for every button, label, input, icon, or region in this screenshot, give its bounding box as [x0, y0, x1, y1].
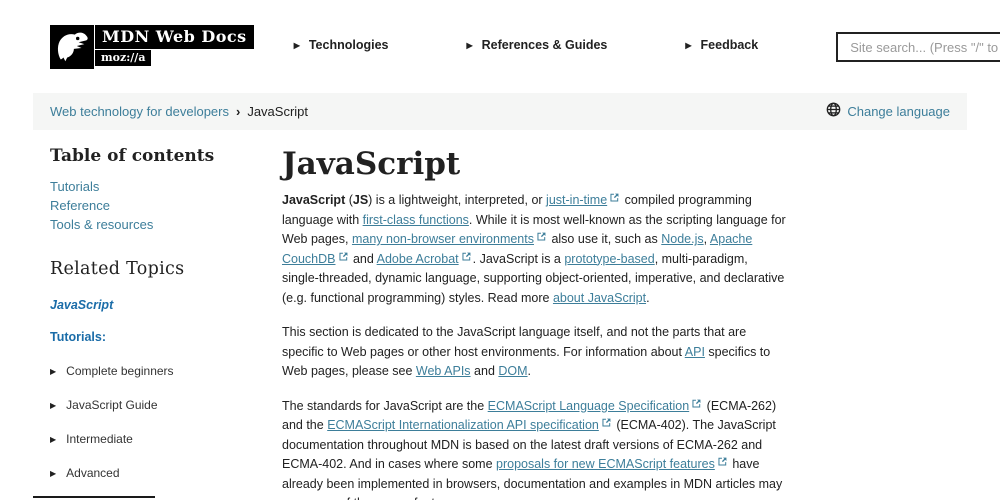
logo-subtitle: moz://a — [95, 50, 152, 66]
external-link-icon — [692, 399, 701, 408]
intro-paragraph: JavaScript (JS) is a lightweight, interp… — [282, 193, 786, 305]
sidebar-item-label: Advanced — [66, 466, 120, 480]
related-tutorials-label[interactable]: Tutorials: — [50, 330, 282, 344]
breadcrumb-bar: Web technology for developers › JavaScri… — [33, 93, 967, 130]
mdn-page: MDN Web Docs moz://a ▶ Technologies ▶ Re… — [0, 0, 1000, 500]
change-language-button[interactable]: Change language — [826, 102, 950, 122]
toc-link-reference[interactable]: Reference — [50, 196, 282, 215]
nav-feedback[interactable]: ▶ Feedback — [685, 38, 758, 52]
content-area: Table of contents Tutorials Reference To… — [0, 130, 1000, 500]
article: JavaScript JavaScript (JS) is a lightwei… — [282, 130, 787, 500]
sidebar-item-label: Complete beginners — [66, 364, 174, 378]
inline-link[interactable]: first-class functions — [363, 213, 469, 227]
inline-link[interactable]: prototype-based — [564, 252, 654, 266]
mdn-dino-icon — [50, 25, 94, 69]
inline-link[interactable]: proposals for new ECMAScript features — [496, 457, 715, 471]
external-link-icon — [718, 457, 727, 466]
caret-right-icon: ▶ — [50, 434, 57, 444]
caret-right-icon: ▶ — [685, 40, 692, 50]
bold-text: JS — [352, 193, 369, 207]
caret-right-icon: ▶ — [293, 40, 300, 50]
mdn-logo[interactable]: MDN Web Docs moz://a — [50, 25, 254, 69]
section-paragraph: This section is dedicated to the JavaScr… — [282, 325, 771, 378]
breadcrumb-current: JavaScript — [247, 104, 309, 119]
sidebar: Table of contents Tutorials Reference To… — [33, 130, 282, 500]
inline-link[interactable]: about JavaScript — [553, 291, 646, 305]
external-link-icon — [537, 232, 546, 241]
nav-technologies[interactable]: ▶ Technologies — [294, 38, 389, 52]
standards-paragraph: The standards for JavaScript are the ECM… — [282, 398, 783, 500]
globe-icon — [826, 102, 841, 122]
caret-right-icon: ▶ — [50, 366, 57, 376]
external-link-icon — [610, 193, 619, 202]
related-topics-heading: Related Topics — [50, 259, 185, 279]
toc-heading: Table of contents — [50, 146, 215, 166]
site-header: MDN Web Docs moz://a ▶ Technologies ▶ Re… — [0, 0, 1000, 69]
inline-link[interactable]: just-in-time — [546, 193, 607, 207]
site-search — [836, 32, 1000, 62]
search-input[interactable] — [848, 38, 1000, 56]
external-link-icon — [602, 418, 611, 427]
toc-link-tools-resources[interactable]: Tools & resources — [50, 215, 282, 234]
breadcrumb-parent-link[interactable]: Web technology for developers — [50, 104, 229, 119]
sidebar-item-advanced[interactable]: ▶ Advanced — [50, 466, 282, 480]
main-nav: ▶ Technologies ▶ References & Guides ▶ F… — [294, 38, 837, 52]
page-title: JavaScript — [282, 146, 461, 182]
inline-link[interactable]: ECMAScript Language Specification — [488, 399, 690, 413]
caret-right-icon: ▶ — [50, 468, 57, 478]
chevron-right-icon: › — [235, 104, 241, 119]
logo-title: MDN Web Docs — [95, 25, 254, 49]
inline-link[interactable]: Web APIs — [416, 364, 471, 378]
nav-references-guides[interactable]: ▶ References & Guides — [466, 38, 607, 52]
bold-text: JavaScript — [282, 193, 346, 207]
inline-link[interactable]: DOM — [498, 364, 527, 378]
inline-link[interactable]: ECMAScript Internationalization API spec… — [327, 418, 599, 432]
external-link-icon — [338, 252, 348, 261]
inline-link[interactable]: many non-browser environments — [352, 232, 534, 246]
toc-link-tutorials[interactable]: Tutorials — [50, 177, 282, 196]
nav-label: Technologies — [308, 38, 389, 52]
sidebar-item-complete-beginners[interactable]: ▶ Complete beginners — [50, 364, 282, 378]
divider — [33, 496, 155, 498]
caret-right-icon: ▶ — [466, 40, 473, 50]
change-language-label: Change language — [847, 104, 950, 119]
sidebar-item-intermediate[interactable]: ▶ Intermediate — [50, 432, 282, 446]
inline-link[interactable]: Node.js — [661, 232, 703, 246]
sidebar-item-label: JavaScript Guide — [66, 398, 158, 412]
related-javascript-link[interactable]: JavaScript — [50, 298, 113, 312]
sidebar-item-label: Intermediate — [66, 432, 133, 446]
caret-right-icon: ▶ — [50, 400, 57, 410]
external-link-icon — [462, 252, 471, 261]
breadcrumb: Web technology for developers › JavaScri… — [50, 104, 308, 119]
logo-text: MDN Web Docs moz://a — [95, 25, 254, 69]
inline-link[interactable]: Adobe Acrobat — [377, 252, 459, 266]
nav-label: References & Guides — [481, 38, 608, 52]
sidebar-item-javascript-guide[interactable]: ▶ JavaScript Guide — [50, 398, 282, 412]
nav-label: Feedback — [700, 38, 759, 52]
inline-link[interactable]: API — [685, 345, 705, 359]
